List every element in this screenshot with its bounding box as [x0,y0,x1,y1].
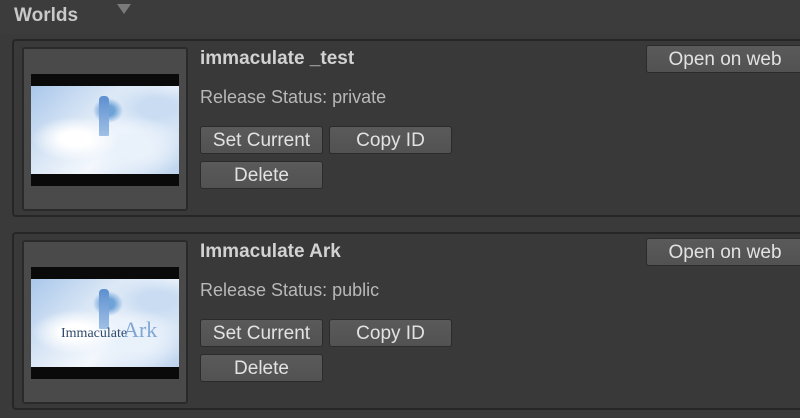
world-thumbnail [31,74,179,186]
release-status: Release Status: private [200,87,387,107]
set-current-button[interactable]: Set Current [200,126,323,154]
world-thumbnail-frame [22,47,188,211]
set-current-button[interactable]: Set Current [200,319,323,347]
world-card: ImmaculateArk Immaculate Ark Release Sta… [12,232,800,410]
world-thumbnail: ImmaculateArk [31,267,179,379]
world-thumbnail-image [31,86,179,174]
world-thumbnail-image: ImmaculateArk [31,279,179,367]
world-card: immaculate _test Release Status: private… [12,39,800,217]
world-thumbnail-frame: ImmaculateArk [22,240,188,404]
worlds-panel: Worlds immaculate _test Release Status: … [0,0,800,418]
open-on-web-button[interactable]: Open on web [646,238,800,266]
thumbnail-overlay-text: ImmaculateArk [61,317,157,343]
thumbnail-overlay-main: Immaculate [61,326,128,341]
triangle-down-icon[interactable] [117,4,131,14]
world-name: Immaculate Ark [200,241,341,262]
worlds-title: Worlds [14,5,79,26]
delete-button[interactable]: Delete [200,161,323,189]
worlds-header[interactable]: Worlds [0,0,800,34]
tower-graphic [99,96,109,136]
copy-id-button[interactable]: Copy ID [329,126,452,154]
release-status: Release Status: public [200,280,380,300]
world-name: immaculate _test [200,48,355,69]
open-on-web-button[interactable]: Open on web [646,45,800,73]
copy-id-button[interactable]: Copy ID [329,319,452,347]
thumbnail-overlay-accent: Ark [123,317,158,342]
delete-button[interactable]: Delete [200,354,323,382]
